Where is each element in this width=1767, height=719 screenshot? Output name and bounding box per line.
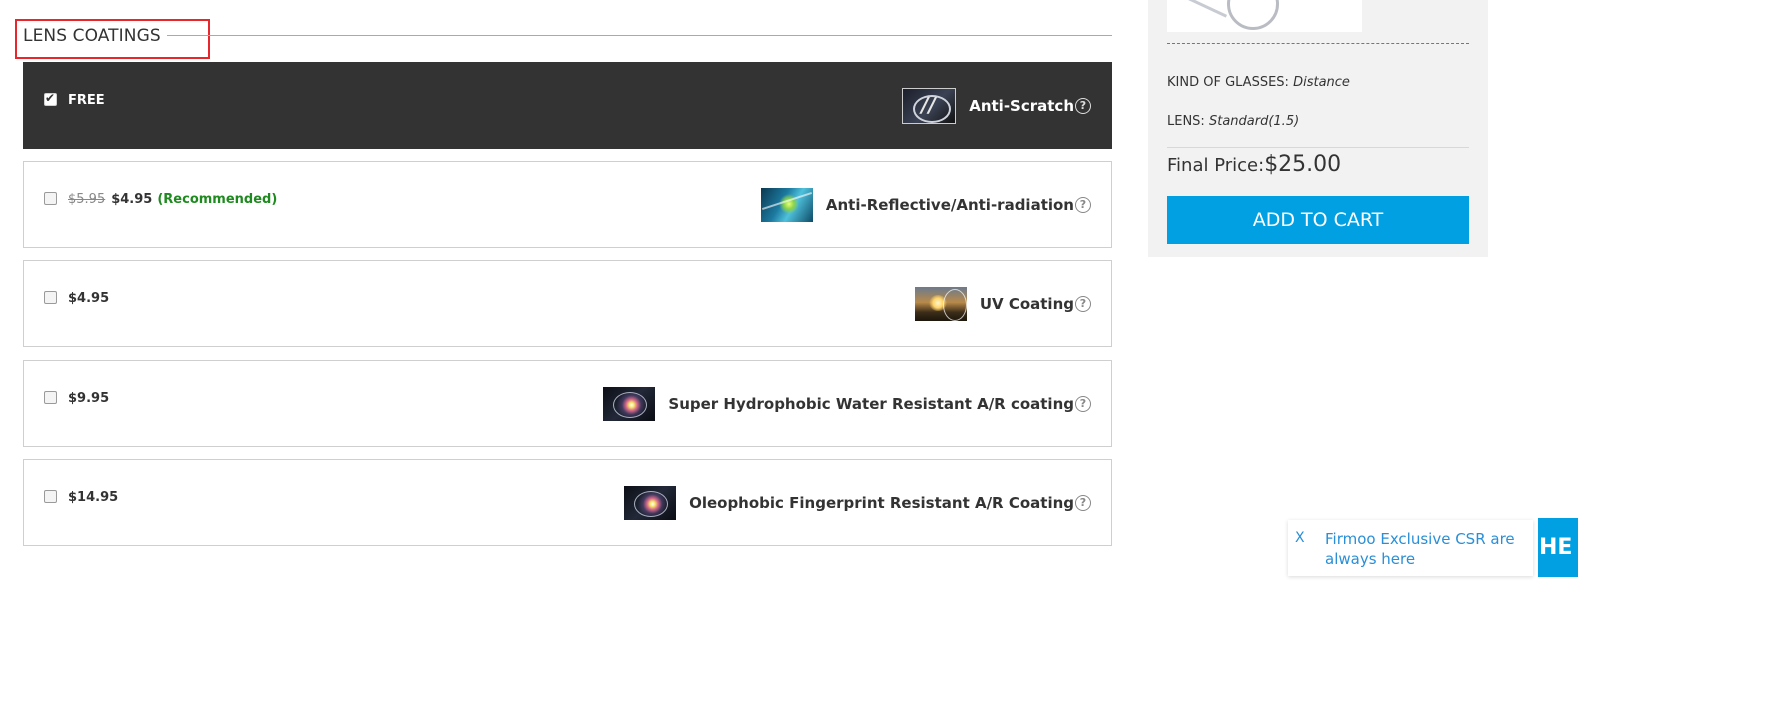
coating-checkbox[interactable] (44, 490, 57, 503)
oleophobic-thumbnail (624, 485, 677, 520)
anti-scratch-thumbnail (902, 87, 957, 124)
coating-info: Oleophobic Fingerprint Resistant A/R Coa… (624, 460, 1091, 545)
coating-option-anti-reflective[interactable]: $5.95 $4.95 (Recommended) Anti-Reflectiv… (23, 161, 1112, 248)
help-icon[interactable]: ? (1075, 97, 1091, 114)
hydrophobic-thumbnail (603, 386, 656, 421)
price-label: $9.95 (68, 391, 110, 406)
coating-name: Oleophobic Fingerprint Resistant A/R Coa… (689, 493, 1074, 512)
coating-checkbox[interactable] (44, 391, 57, 404)
price-label: $4.95 (111, 192, 153, 207)
final-price-value: $25.00 (1264, 152, 1342, 177)
header-divider (167, 35, 1112, 36)
anti-reflective-thumbnail (760, 187, 813, 222)
coating-name: Anti-Scratch (969, 96, 1074, 115)
help-icon[interactable]: ? (1075, 494, 1091, 511)
order-summary-panel: KIND OF GLASSES: Distance LENS: Standard… (1148, 0, 1488, 257)
help-icon[interactable]: ? (1075, 395, 1091, 412)
coating-option-anti-scratch[interactable]: FREE Anti-Scratch ? (23, 62, 1112, 149)
chat-message[interactable]: Firmoo Exclusive CSR are always here (1325, 529, 1525, 569)
help-icon[interactable]: ? (1075, 295, 1091, 312)
coating-checkbox[interactable] (44, 192, 57, 205)
lens-value: Standard(1.5) (1208, 114, 1300, 129)
coating-info: UV Coating ? (914, 261, 1091, 346)
lens-row: LENS: Standard(1.5) (1167, 114, 1299, 129)
kind-value: Distance (1293, 75, 1350, 90)
coating-option-uv[interactable]: $4.95 UV Coating ? (23, 260, 1112, 347)
coating-price: $5.95 $4.95 (Recommended) (44, 192, 277, 207)
final-price-label: Final Price: (1167, 155, 1265, 176)
coating-price: $9.95 (44, 391, 109, 406)
coating-info: Super Hydrophobic Water Resistant A/R co… (603, 361, 1091, 446)
coating-option-oleophobic[interactable]: $14.95 Oleophobic Fingerprint Resistant … (23, 459, 1112, 546)
price-label: $14.95 (68, 490, 119, 505)
kind-of-glasses-row: KIND OF GLASSES: Distance (1167, 75, 1350, 90)
kind-label: KIND OF GLASSES: (1167, 75, 1289, 90)
coating-checkbox[interactable] (44, 291, 57, 304)
coating-price: FREE (44, 91, 105, 108)
price-label: $4.95 (68, 291, 110, 306)
close-icon[interactable]: X (1295, 530, 1305, 546)
coating-name: Super Hydrophobic Water Resistant A/R co… (668, 394, 1074, 413)
help-icon[interactable]: ? (1075, 196, 1091, 213)
coating-checkbox[interactable] (44, 91, 57, 106)
coating-price: $14.95 (44, 490, 118, 505)
coating-option-hydrophobic[interactable]: $9.95 Super Hydrophobic Water Resistant … (23, 360, 1112, 447)
uv-coating-thumbnail (914, 286, 967, 321)
coating-name: Anti-Reflective/Anti-radiation (825, 195, 1074, 214)
coating-price: $4.95 (44, 291, 109, 306)
final-price: Final Price:$25.00 (1167, 152, 1341, 177)
coating-name: UV Coating (979, 294, 1074, 313)
help-tab-button[interactable]: HE (1538, 518, 1578, 577)
product-image (1167, 0, 1362, 32)
dashed-divider (1167, 43, 1469, 44)
lens-coatings-header: LENS COATINGS (15, 19, 1112, 59)
recommended-badge: (Recommended) (157, 192, 278, 207)
lens-label: LENS: (1167, 114, 1205, 129)
add-to-cart-button[interactable]: ADD TO CART (1167, 196, 1469, 244)
price-label: FREE (68, 93, 105, 108)
coating-info: Anti-Scratch ? (902, 63, 1091, 148)
section-title: LENS COATINGS (23, 26, 161, 46)
coating-info: Anti-Reflective/Anti-radiation ? (760, 162, 1091, 247)
old-price: $5.95 (68, 192, 106, 207)
chat-popup: X Firmoo Exclusive CSR are always here (1288, 520, 1533, 576)
summary-divider (1167, 147, 1469, 148)
